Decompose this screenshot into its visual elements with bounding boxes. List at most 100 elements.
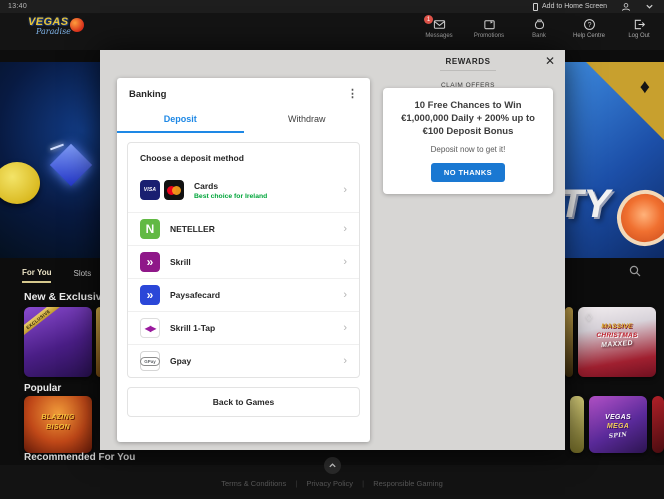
account-icon[interactable] bbox=[621, 2, 631, 12]
banking-title: Banking bbox=[129, 89, 166, 100]
chevron-right-icon: › bbox=[343, 223, 347, 235]
banking-overlay: REWARDS CLAIM OFFERS ✕ 10 Free Chances t… bbox=[100, 50, 565, 450]
deposit-method-skrill-1tap[interactable]: ◀▶ Skrill 1-Tap › bbox=[128, 311, 359, 344]
envelope-icon bbox=[433, 18, 446, 31]
game-card-partial[interactable] bbox=[565, 307, 573, 377]
chevron-down-icon[interactable] bbox=[645, 2, 654, 11]
method-name: Cards bbox=[194, 181, 267, 191]
header-nav: 1 Messages Promotions Bank ? Help Centre… bbox=[422, 18, 656, 39]
gold-corner-ribbon bbox=[586, 62, 664, 140]
paysafecard-icon: » bbox=[140, 285, 160, 305]
game-card-blazing-bison[interactable]: BLAZING BISON bbox=[24, 396, 92, 453]
help-centre-button[interactable]: ? Help Centre bbox=[572, 18, 606, 39]
gpay-icon: GPay bbox=[140, 351, 160, 371]
promo-banner-right[interactable]: ♦ TY bbox=[565, 62, 664, 258]
messages-label: Messages bbox=[425, 33, 452, 39]
game-card-exclusive[interactable]: EXCLUSIVE bbox=[24, 307, 92, 377]
vegas-paradise-logo[interactable]: VEGAS Paradise bbox=[28, 16, 86, 47]
log-out-label: Log Out bbox=[628, 33, 649, 39]
method-name: Skrill 1-Tap bbox=[170, 323, 215, 333]
method-name: Skrill bbox=[170, 257, 191, 267]
close-icon[interactable]: ✕ bbox=[545, 55, 555, 67]
tab-deposit[interactable]: Deposit bbox=[117, 108, 244, 133]
log-out-icon bbox=[633, 18, 646, 31]
page-footer: Terms & Conditions | Privacy Policy | Re… bbox=[0, 465, 664, 499]
visa-icon: VISA bbox=[140, 180, 160, 200]
site-header: VEGAS Paradise 1 Messages Promotions Ban… bbox=[0, 13, 664, 50]
offer-line-1: 10 Free Chances to Win bbox=[391, 100, 545, 113]
rewards-title: REWARDS bbox=[383, 57, 553, 66]
bank-button[interactable]: Bank bbox=[522, 18, 556, 39]
messages-button[interactable]: 1 Messages bbox=[422, 18, 456, 39]
back-to-games-button[interactable]: Back to Games bbox=[127, 387, 360, 417]
deposit-method-gpay[interactable]: GPay Gpay › bbox=[128, 344, 359, 377]
privacy-link[interactable]: Privacy Policy bbox=[306, 479, 353, 488]
kebab-menu-icon[interactable]: ⋮ bbox=[347, 89, 358, 100]
app-root: 13:40 Add to Home Screen VEGAS Paradise … bbox=[0, 0, 664, 499]
deposit-method-list: Choose a deposit method VISA Cards Best … bbox=[127, 142, 360, 378]
offer-subtext: Deposit now to get it! bbox=[391, 145, 545, 154]
no-thanks-button[interactable]: NO THANKS bbox=[431, 163, 505, 182]
game-card-vegas-mega-spin[interactable]: VEGAS MEGA SPIN bbox=[589, 396, 647, 453]
promotions-label: Promotions bbox=[474, 33, 504, 39]
game-card-massive-christmas[interactable]: ♢ MASSIVE CHRISTMAS MAXXED bbox=[578, 307, 656, 377]
money-bag-icon bbox=[533, 18, 546, 31]
neteller-icon: N bbox=[140, 219, 160, 239]
game-card-partial[interactable] bbox=[570, 396, 584, 453]
chevron-up-icon bbox=[328, 461, 337, 470]
footer-links: Terms & Conditions | Privacy Policy | Re… bbox=[0, 479, 664, 488]
method-subtitle: Best choice for Ireland bbox=[194, 193, 267, 200]
add-to-home-button[interactable]: Add to Home Screen bbox=[533, 3, 607, 11]
clock: 13:40 bbox=[8, 3, 27, 10]
terms-link[interactable]: Terms & Conditions bbox=[221, 479, 286, 488]
chevron-right-icon: › bbox=[343, 184, 347, 196]
gem-icon bbox=[50, 144, 92, 186]
deposit-prompt: Choose a deposit method bbox=[128, 143, 359, 168]
promotions-button[interactable]: Promotions bbox=[472, 18, 506, 39]
game-card-partial[interactable] bbox=[652, 396, 664, 453]
chevron-right-icon: › bbox=[343, 322, 347, 334]
banner-title-fragment: TY bbox=[565, 182, 610, 227]
svg-text:?: ? bbox=[587, 22, 591, 29]
add-to-home-label: Add to Home Screen bbox=[542, 3, 607, 10]
help-centre-label: Help Centre bbox=[573, 33, 605, 39]
tab-slots[interactable]: Slots bbox=[73, 269, 91, 282]
mastercard-icon bbox=[164, 180, 184, 200]
deposit-method-skrill[interactable]: » Skrill › bbox=[128, 245, 359, 278]
diamond-icon: ♦ bbox=[640, 76, 650, 99]
log-out-button[interactable]: Log Out bbox=[622, 18, 656, 39]
tab-for-you[interactable]: For You bbox=[22, 268, 51, 283]
exclusive-ribbon: EXCLUSIVE bbox=[24, 307, 66, 342]
rewards-offer-card: 10 Free Chances to Win €1,000,000 Daily … bbox=[383, 88, 553, 194]
chevron-right-icon: › bbox=[343, 256, 347, 268]
deposit-method-cards[interactable]: VISA Cards Best choice for Ireland › bbox=[128, 168, 359, 212]
skrill-1tap-icon: ◀▶ bbox=[140, 318, 160, 338]
scroll-to-top-button[interactable] bbox=[324, 457, 341, 474]
chevron-right-icon: › bbox=[343, 289, 347, 301]
promotions-icon bbox=[483, 18, 496, 31]
system-bar: 13:40 Add to Home Screen bbox=[0, 0, 664, 13]
phone-icon bbox=[533, 3, 538, 11]
lemon-icon bbox=[0, 162, 40, 204]
deposit-method-neteller[interactable]: N NETELLER › bbox=[128, 212, 359, 245]
search-icon[interactable] bbox=[628, 264, 642, 283]
deposit-method-paysafecard[interactable]: » Paysafecard › bbox=[128, 278, 359, 311]
chevron-right-icon: › bbox=[343, 355, 347, 367]
offer-line-3: €100 Deposit Bonus bbox=[391, 126, 545, 139]
promo-banner-left[interactable] bbox=[0, 62, 103, 258]
messages-badge: 1 bbox=[424, 15, 433, 24]
responsible-gaming-link[interactable]: Responsible Gaming bbox=[373, 479, 443, 488]
orange-slice-icon bbox=[608, 181, 664, 255]
section-new-exclusive: New & Exclusive bbox=[24, 291, 107, 303]
question-circle-icon: ? bbox=[583, 18, 596, 31]
method-name: NETELLER bbox=[170, 224, 215, 234]
section-recommended: Recommended For You bbox=[24, 452, 135, 463]
skrill-icon: » bbox=[140, 252, 160, 272]
banking-tabs: Deposit Withdraw bbox=[117, 108, 370, 133]
offer-line-2: €1,000,000 Daily + 200% up to bbox=[391, 113, 545, 126]
bank-label: Bank bbox=[532, 33, 546, 39]
method-name: Paysafecard bbox=[170, 290, 220, 300]
tab-withdraw[interactable]: Withdraw bbox=[244, 108, 371, 133]
method-name: Gpay bbox=[170, 356, 191, 366]
logo-text-bottom: Paradise bbox=[36, 27, 86, 36]
